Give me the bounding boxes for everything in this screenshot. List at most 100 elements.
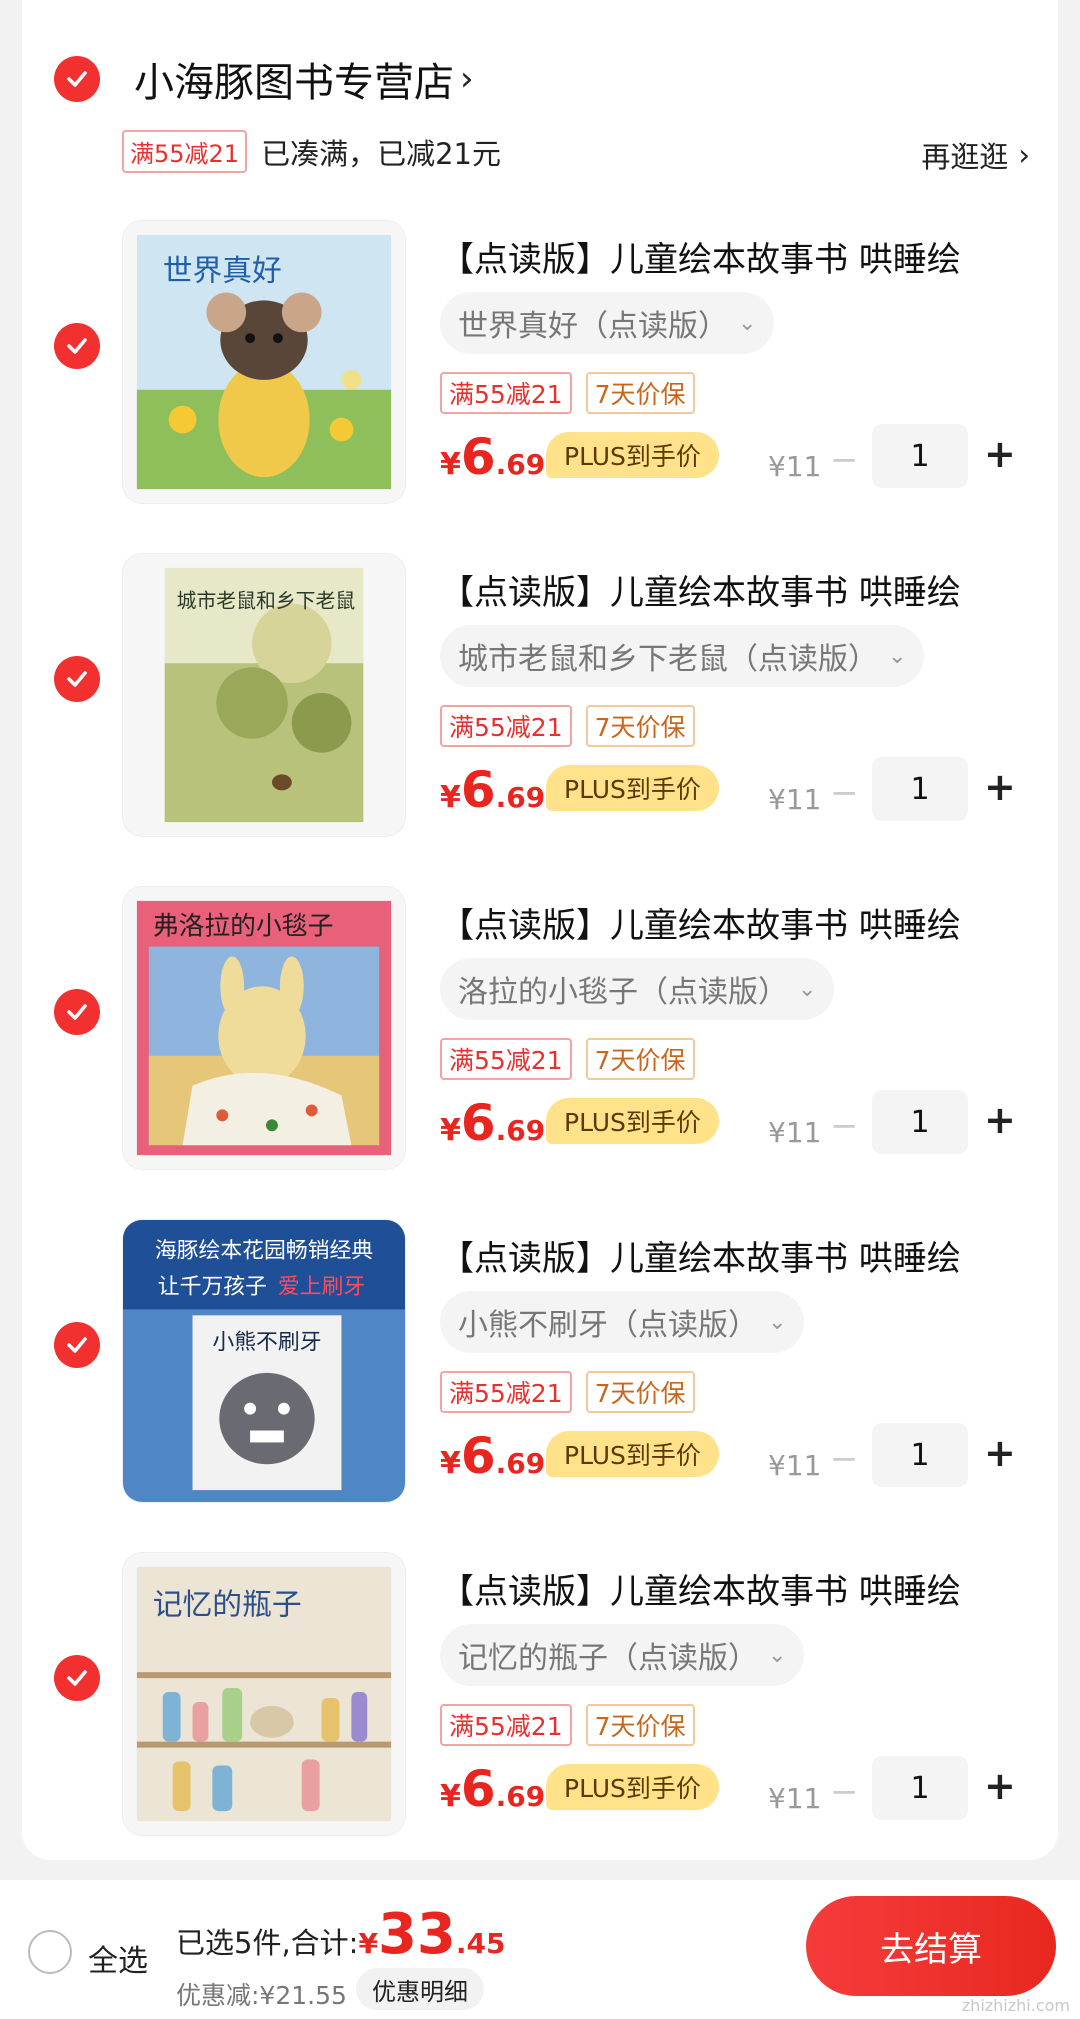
quantity-input[interactable]: 1	[872, 1423, 968, 1487]
price-symbol: ¥	[440, 1113, 461, 1148]
quantity-input[interactable]: 1	[872, 1090, 968, 1154]
shop-promo-row: 满55减21 已凑满，已减21元	[122, 130, 501, 173]
checkout-button[interactable]: 去结算	[806, 1896, 1056, 1996]
discount-tag: 满55减21	[440, 705, 572, 747]
variant-label: 城市老鼠和乡下老鼠（点读版）	[458, 642, 878, 677]
discount-tag: 满55减21	[440, 1371, 572, 1413]
product-image[interactable]: 记忆的瓶子	[122, 1552, 406, 1836]
quantity-input[interactable]: 1	[872, 757, 968, 821]
original-price: ¥11	[768, 450, 822, 483]
shop-name-link[interactable]: 小海豚图书专营店 ›	[134, 50, 474, 108]
chevron-down-icon: ⌄	[798, 976, 817, 1002]
price-decimal: .69	[495, 1447, 546, 1480]
increase-quantity-button[interactable]: +	[984, 765, 1016, 809]
variant-selector[interactable]: 世界真好（点读版） ⌄	[440, 292, 775, 354]
item-checkbox-checked-icon[interactable]	[54, 1322, 100, 1368]
variant-selector[interactable]: 城市老鼠和乡下老鼠（点读版） ⌄	[440, 625, 925, 687]
item-checkbox-checked-icon[interactable]	[54, 656, 100, 702]
variant-selector[interactable]: 记忆的瓶子（点读版） ⌄	[440, 1624, 805, 1686]
product-image[interactable]: 城市老鼠和乡下老鼠	[122, 553, 406, 837]
product-tags: 满55减21 7天价保	[440, 1371, 695, 1413]
cart-item: 城市老鼠和乡下老鼠 【点读版】儿童绘本故事书 哄睡绘 城市老鼠和乡下老鼠（点读版…	[0, 539, 1080, 839]
cart-item: 世界真好 【点读版】儿童绘本故事书 哄睡绘 世界真好（点读版） ⌄ 满55减21…	[0, 206, 1080, 506]
price-guarantee-tag: 7天价保	[585, 372, 695, 414]
total-price: ¥ 33 .45	[358, 1902, 505, 1967]
product-tags: 满55减21 7天价保	[440, 1038, 695, 1080]
price-symbol: ¥	[440, 447, 461, 482]
product-title[interactable]: 【点读版】儿童绘本故事书 哄睡绘	[440, 232, 1020, 281]
item-checkbox-checked-icon[interactable]	[54, 323, 100, 369]
selected-count: 已选5件,合计:	[176, 1926, 359, 1960]
original-price: ¥11	[768, 1449, 822, 1482]
chevron-down-icon: ⌄	[888, 643, 907, 669]
decrease-quantity-button[interactable]: −	[830, 1439, 859, 1479]
original-price: ¥11	[768, 783, 822, 816]
browse-more-link[interactable]: 再逛逛 ›	[921, 134, 1030, 176]
cover-title: 弗洛拉的小毯子	[153, 912, 334, 942]
cart-item: 弗洛拉的小毯子 【点读版】儿童绘本故事书 哄睡绘 洛拉的小毯子（点读版） ⌄ 满…	[0, 872, 1080, 1172]
variant-label: 记忆的瓶子（点读版）	[458, 1641, 758, 1676]
variant-label: 小熊不刷牙（点读版）	[458, 1308, 758, 1343]
price-guarantee-tag: 7天价保	[585, 705, 695, 747]
price-guarantee-tag: 7天价保	[585, 1038, 695, 1080]
select-all-radio[interactable]	[28, 1930, 72, 1974]
total-decimal: .45	[455, 1927, 506, 1960]
price-decimal: .69	[495, 1780, 546, 1813]
chevron-down-icon: ⌄	[768, 1642, 787, 1668]
product-image[interactable]: 世界真好	[122, 220, 406, 504]
shop-checkbox-checked-icon[interactable]	[54, 56, 100, 102]
product-image[interactable]: 弗洛拉的小毯子	[122, 886, 406, 1170]
product-tags: 满55减21 7天价保	[440, 705, 695, 747]
product-image[interactable]: 海豚绘本花园畅销经典 让千万孩子 爱上刷牙 小熊不刷牙	[122, 1219, 406, 1503]
variant-label: 世界真好（点读版）	[458, 309, 728, 344]
decrease-quantity-button[interactable]: −	[830, 773, 859, 813]
variant-selector[interactable]: 小熊不刷牙（点读版） ⌄	[440, 1291, 805, 1353]
increase-quantity-button[interactable]: +	[984, 1431, 1016, 1475]
order-summary: 已选5件,合计: ¥ 33 .45	[176, 1902, 505, 1967]
cart-item: 记忆的瓶子 【点读版】儿童绘本故事书 哄睡绘 记忆的瓶子（点读版） ⌄ 满55减…	[0, 1538, 1080, 1838]
plus-price-badge: PLUS到手价	[546, 432, 719, 478]
total-integer: 33	[377, 1902, 456, 1967]
price: ¥ 6 .69	[440, 428, 545, 486]
discount-tag: 满55减21	[440, 1038, 572, 1080]
promo-status-text: 已凑满，已减21元	[261, 136, 501, 171]
promo-tag: 满55减21	[122, 130, 248, 173]
increase-quantity-button[interactable]: +	[984, 1764, 1016, 1808]
variant-selector[interactable]: 洛拉的小毯子（点读版） ⌄	[440, 958, 835, 1020]
shop-name: 小海豚图书专营店	[134, 60, 454, 106]
cover-title: 记忆的瓶子	[153, 1588, 302, 1623]
watermark: zhizhizhi.com	[961, 1996, 1070, 2015]
product-title[interactable]: 【点读版】儿童绘本故事书 哄睡绘	[440, 1564, 1020, 1613]
price-symbol: ¥	[440, 780, 461, 815]
discount-tag: 满55减21	[440, 1704, 572, 1746]
product-title[interactable]: 【点读版】儿童绘本故事书 哄睡绘	[440, 565, 1020, 614]
price-symbol: ¥	[440, 1446, 461, 1481]
select-all-label[interactable]: 全选	[88, 1936, 148, 1980]
item-checkbox-checked-icon[interactable]	[54, 1655, 100, 1701]
chevron-down-icon: ⌄	[768, 1309, 787, 1335]
price-decimal: .69	[495, 1114, 546, 1147]
cover-banner-highlight: 爱上刷牙	[278, 1274, 365, 1299]
product-title[interactable]: 【点读版】儿童绘本故事书 哄睡绘	[440, 1231, 1020, 1280]
item-checkbox-checked-icon[interactable]	[54, 989, 100, 1035]
decrease-quantity-button[interactable]: −	[830, 1772, 859, 1812]
quantity-input[interactable]: 1	[872, 1756, 968, 1820]
price-integer: 6	[460, 428, 496, 486]
quantity-input[interactable]: 1	[872, 424, 968, 488]
cover-title: 城市老鼠和乡下老鼠	[177, 590, 356, 613]
price: ¥ 6 .69	[440, 1760, 545, 1818]
chevron-down-icon: ⌄	[738, 310, 757, 336]
price-guarantee-tag: 7天价保	[585, 1704, 695, 1746]
plus-price-badge: PLUS到手价	[546, 1098, 719, 1144]
original-price: ¥11	[768, 1116, 822, 1149]
product-title[interactable]: 【点读版】儿童绘本故事书 哄睡绘	[440, 898, 1020, 947]
total-symbol: ¥	[358, 1927, 378, 1960]
price-symbol: ¥	[440, 1779, 461, 1814]
decrease-quantity-button[interactable]: −	[830, 1106, 859, 1146]
chevron-right-icon: ›	[1018, 138, 1030, 172]
decrease-quantity-button[interactable]: −	[830, 440, 859, 480]
increase-quantity-button[interactable]: +	[984, 1098, 1016, 1142]
discount-detail-button[interactable]: 优惠明细	[356, 1968, 484, 2010]
price: ¥ 6 .69	[440, 1427, 545, 1485]
increase-quantity-button[interactable]: +	[984, 432, 1016, 476]
